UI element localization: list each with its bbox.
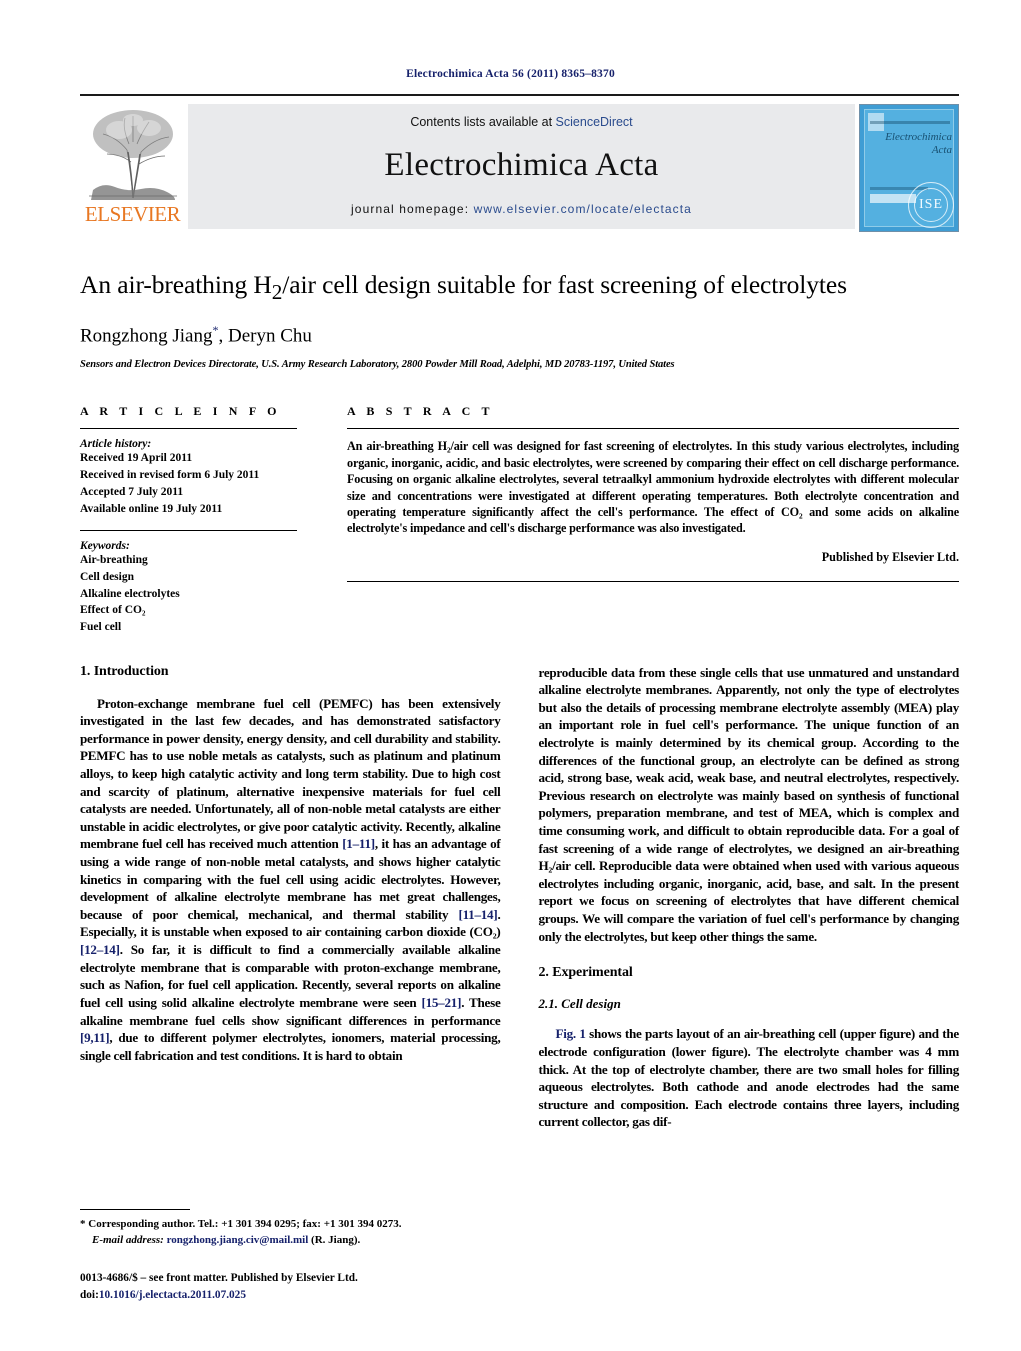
abstract-bottom-rule	[347, 580, 959, 582]
keywords-list: Air-breathing Cell design Alkaline elect…	[80, 552, 297, 635]
author-secondary: , Deryn Chu	[218, 325, 312, 347]
elsevier-wordmark: ELSEVIER	[84, 202, 181, 226]
author-primary: Rongzhong Jiang	[80, 325, 213, 347]
citation-ref[interactable]: [11–14]	[458, 907, 497, 922]
abstract-column: A B S T R A C T An air-breathing H₂/air …	[325, 404, 959, 635]
cover-society-strapline	[870, 121, 950, 124]
title-block: An air-breathing H2/air cell design suit…	[80, 270, 959, 370]
contents-available-line: Contents lists available at ScienceDirec…	[410, 115, 632, 129]
doi-link[interactable]: 10.1016/j.electacta.2011.07.025	[99, 1289, 246, 1301]
journal-cover-thumbnail[interactable]: Electrochimica Acta ISE	[859, 104, 959, 232]
journal-title: Electrochimica Acta	[384, 147, 659, 183]
keyword-item: Effect of CO₂	[80, 604, 146, 617]
article-info-column: A R T I C L E I N F O Article history: R…	[80, 404, 325, 635]
citation-ref[interactable]: [1–11]	[342, 836, 375, 851]
doi-label: doi:	[80, 1288, 99, 1301]
paper-title-part2: /air cell design suitable for fast scree…	[282, 270, 847, 299]
keyword-item: Air-breathing	[80, 554, 148, 567]
email-label: E-mail address:	[92, 1233, 164, 1246]
history-item: Received 19 April 2011	[80, 452, 193, 465]
body-columns: 1. Introduction Proton-exchange membrane…	[80, 664, 959, 1131]
article-history-label: Article history:	[80, 438, 152, 451]
info-abstract-row: A R T I C L E I N F O Article history: R…	[80, 404, 959, 635]
footnote-rule	[80, 1209, 190, 1211]
ise-seal-icon: ISE	[908, 182, 954, 228]
issn-block: 0013-4686/$ – see front matter. Publishe…	[80, 1270, 492, 1303]
keywords-rule	[80, 530, 297, 532]
journal-homepage-line: journal homepage: www.elsevier.com/locat…	[351, 202, 692, 216]
issn-line: 0013-4686/$ – see front matter. Publishe…	[80, 1272, 358, 1285]
abstract-text: An air-breathing H₂/air cell was designe…	[347, 439, 959, 536]
running-head: Electrochimica Acta 56 (2011) 8365–8370	[406, 68, 615, 80]
abstract-published-by: Published by Elsevier Ltd.	[821, 549, 959, 564]
email-link[interactable]: rongzhong.jiang.civ@mail.mil	[167, 1234, 309, 1246]
history-item: Accepted 7 July 2011	[80, 485, 184, 498]
email-note: E-mail address: rongzhong.jiang.civ@mail…	[80, 1233, 492, 1249]
history-item: Available online 19 July 2011	[80, 502, 223, 515]
section-heading-introduction: 1. Introduction	[80, 663, 169, 679]
subsection-heading-cell-design: 2.1. Cell design	[538, 996, 621, 1012]
ise-seal-label: ISE	[919, 197, 943, 212]
corresponding-author-note: * Corresponding author. Tel.: +1 301 394…	[80, 1218, 402, 1231]
experimental-paragraph: Fig. 1 shows the parts layout of an air-…	[539, 1025, 960, 1131]
intro-text-a: Proton-exchange membrane fuel cell (PEMF…	[80, 695, 501, 852]
keywords-label: Keywords:	[80, 540, 130, 553]
citation-ref[interactable]: [9,11]	[80, 1030, 110, 1045]
intro-paragraph: Proton-exchange membrane fuel cell (PEMF…	[80, 695, 501, 1065]
figure-ref-link[interactable]: Fig. 1	[556, 1026, 586, 1041]
journal-band: Contents lists available at ScienceDirec…	[188, 104, 855, 229]
doi-line: doi:10.1016/j.electacta.2011.07.025	[80, 1287, 492, 1303]
section-heading-experimental: 2. Experimental	[538, 965, 633, 981]
body-column-left: 1. Introduction Proton-exchange membrane…	[80, 664, 501, 1131]
history-item: Received in revised form 6 July 2011	[80, 469, 260, 482]
elsevier-tree-icon	[88, 110, 177, 200]
email-suffix: (R. Jiang).	[308, 1233, 361, 1246]
intro-paragraph-continued: reproducible data from these single cell…	[538, 664, 960, 944]
homepage-prefix: journal homepage:	[351, 202, 474, 216]
experimental-text: shows the parts layout of an air-breathi…	[538, 1026, 960, 1130]
abstract-heading: A B S T R A C T	[347, 404, 494, 419]
paper-title: An air-breathing H2/air cell design suit…	[80, 270, 959, 305]
affiliation: Sensors and Electron Devices Directorate…	[80, 359, 675, 371]
cover-journal-title: Electrochimica Acta	[885, 131, 952, 156]
article-info-heading: A R T I C L E I N F O	[80, 404, 281, 419]
citation-ref[interactable]: [15–21]	[421, 995, 461, 1010]
homepage-url-link[interactable]: www.elsevier.com/locate/electacta	[474, 202, 692, 216]
sciencedirect-link[interactable]: ScienceDirect	[556, 115, 633, 129]
paper-title-subscript: 2	[271, 280, 283, 305]
author-list: Rongzhong Jiang*, Deryn Chu	[80, 323, 959, 347]
footnote-area: * Corresponding author. Tel.: +1 301 394…	[80, 1209, 492, 1303]
intro-text-f: , due to different polymer electrolytes,…	[80, 1030, 501, 1063]
article-history-list: Received 19 April 2011 Received in revis…	[80, 450, 297, 517]
body-column-right: reproducible data from these single cell…	[539, 664, 960, 1131]
article-info-rule	[80, 428, 297, 430]
paper-title-part1: An air-breathing H	[80, 270, 272, 299]
journal-masthead: ELSEVIER Contents lists available at Sci…	[80, 94, 959, 232]
citation-ref[interactable]: [12–14]	[80, 942, 120, 957]
elsevier-logo: ELSEVIER	[80, 104, 185, 225]
keyword-item: Fuel cell	[80, 620, 122, 633]
abstract-rule	[347, 428, 959, 430]
keyword-item: Alkaline electrolytes	[80, 587, 180, 600]
contents-prefix: Contents lists available at	[410, 115, 556, 129]
keyword-item: Cell design	[80, 570, 134, 583]
